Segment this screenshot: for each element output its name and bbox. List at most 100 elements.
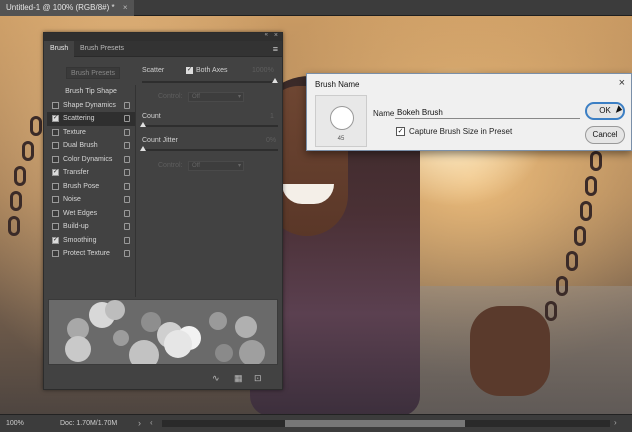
option-label: Shape Dynamics: [63, 101, 116, 109]
option-scattering[interactable]: ✓ Scattering: [47, 112, 135, 126]
scatter-label: Scatter: [142, 67, 165, 74]
horizontal-scroll-thumb[interactable]: [285, 420, 465, 427]
option-shape-dynamics[interactable]: Shape Dynamics: [47, 99, 135, 113]
tab-brush[interactable]: Brush: [44, 41, 75, 57]
scatter-value[interactable]: 1000%: [252, 67, 274, 74]
brush-presets-button[interactable]: Brush Presets: [66, 67, 120, 79]
panel-menu-icon[interactable]: ≡: [273, 44, 278, 54]
lock-icon[interactable]: [124, 128, 130, 136]
count-value[interactable]: 1: [270, 113, 274, 120]
lock-icon[interactable]: [124, 223, 130, 230]
swing-chain-link: [580, 201, 592, 221]
toggle-live-tip-icon[interactable]: ∿: [212, 373, 220, 384]
brush-name-input[interactable]: [395, 107, 580, 119]
lock-icon[interactable]: [124, 115, 130, 122]
both-axes-checkbox[interactable]: ✓: [186, 67, 193, 74]
scatter-slider-thumb[interactable]: [272, 78, 278, 83]
brush-panel: « × Brush Brush Presets ≡ Brush Presets …: [43, 32, 283, 390]
option-checkbox[interactable]: [52, 101, 59, 109]
scroll-left-icon[interactable]: ‹: [150, 418, 153, 427]
tab-brush-presets[interactable]: Brush Presets: [74, 41, 130, 57]
option-checkbox[interactable]: [52, 142, 59, 149]
option-label: Smoothing: [63, 236, 97, 244]
option-dual-brush[interactable]: Dual Brush: [47, 139, 135, 153]
option-checkbox[interactable]: ✓: [52, 115, 59, 122]
scatter-slider[interactable]: [142, 81, 278, 83]
count-slider[interactable]: [142, 125, 278, 127]
bokeh-dot: [215, 344, 233, 362]
bokeh-dot: [235, 316, 257, 338]
option-label: Transfer: [63, 169, 89, 176]
control2-select[interactable]: Off ▾: [188, 161, 244, 171]
count-jitter-value[interactable]: 0%: [266, 137, 276, 144]
control-select-value: Off: [192, 94, 200, 100]
swing-chain-link: [590, 151, 602, 171]
control-label: Control:: [158, 93, 183, 100]
option-checkbox[interactable]: [52, 128, 59, 136]
capture-size-checkbox[interactable]: ✓: [396, 127, 405, 136]
lock-icon[interactable]: [124, 101, 130, 109]
option-texture[interactable]: Texture: [47, 126, 135, 140]
option-label: Noise: [63, 196, 81, 203]
option-brush-tip-shape[interactable]: Brush Tip Shape: [47, 85, 135, 99]
lock-icon[interactable]: [124, 250, 130, 257]
option-wet-edges[interactable]: Wet Edges: [47, 207, 135, 221]
option-transfer[interactable]: ✓ Transfer: [47, 166, 135, 180]
option-brush-pose[interactable]: Brush Pose: [47, 180, 135, 194]
lock-icon[interactable]: [124, 236, 130, 244]
option-checkbox[interactable]: [52, 182, 59, 190]
document-tab-title: Untitled-1 @ 100% (RGB/8#) *: [6, 3, 115, 12]
option-checkbox[interactable]: [52, 223, 59, 230]
option-checkbox[interactable]: [52, 155, 59, 163]
swing-chain-link: [574, 226, 586, 246]
lock-icon[interactable]: [124, 209, 130, 217]
lock-icon[interactable]: [124, 155, 130, 163]
zoom-level[interactable]: 100%: [6, 420, 24, 427]
scroll-right-icon[interactable]: ›: [614, 418, 617, 427]
capture-size-label: Capture Brush Size in Preset: [409, 127, 513, 136]
option-protect-texture[interactable]: Protect Texture: [47, 247, 135, 261]
option-checkbox[interactable]: ✓: [52, 236, 59, 244]
document-tab[interactable]: Untitled-1 @ 100% (RGB/8#) * ×: [0, 0, 134, 16]
count-slider-thumb[interactable]: [140, 122, 146, 127]
option-checkbox[interactable]: [52, 209, 59, 217]
panel-title-strip[interactable]: « ×: [44, 32, 282, 41]
option-build-up[interactable]: Build-up: [47, 220, 135, 234]
option-label: Wet Edges: [63, 209, 98, 217]
new-brush-icon[interactable]: ⊡: [254, 373, 262, 384]
brush-stroke-preview: [48, 299, 278, 365]
option-checkbox[interactable]: ✓: [52, 169, 59, 176]
option-checkbox[interactable]: [52, 250, 59, 257]
grid-view-icon[interactable]: ▦: [234, 373, 243, 384]
both-axes-label: Both Axes: [196, 67, 228, 74]
swing-chain-link: [10, 191, 22, 211]
bokeh-dot: [239, 340, 265, 364]
control-select[interactable]: Off ▾: [188, 92, 244, 102]
count-jitter-slider[interactable]: [142, 149, 278, 151]
collapse-panel-icon[interactable]: «: [265, 32, 268, 38]
bokeh-dot: [164, 330, 192, 358]
dialog-title: Brush Name: [315, 80, 360, 89]
lock-icon[interactable]: [124, 196, 130, 203]
chevron-down-icon: ▾: [237, 163, 241, 169]
status-menu-arrow-icon[interactable]: ›: [138, 418, 141, 428]
lock-icon[interactable]: [124, 182, 130, 190]
close-icon[interactable]: ×: [619, 77, 625, 89]
list-divider: [135, 85, 136, 297]
option-label: Brush Pose: [63, 182, 100, 190]
count-jitter-slider-thumb[interactable]: [140, 146, 146, 151]
lock-icon[interactable]: [124, 169, 130, 176]
cancel-button[interactable]: Cancel: [585, 126, 625, 144]
option-color-dynamics[interactable]: Color Dynamics: [47, 153, 135, 167]
option-noise[interactable]: Noise: [47, 193, 135, 207]
brush-options-list: Brush Tip Shape Shape Dynamics ✓ Scatter…: [47, 85, 135, 261]
close-icon[interactable]: ×: [123, 3, 128, 12]
close-panel-icon[interactable]: ×: [274, 32, 278, 39]
bokeh-dot: [113, 330, 129, 346]
option-checkbox[interactable]: [52, 196, 59, 203]
doc-size-info: Doc: 1.70M/1.70M: [60, 420, 118, 427]
lock-icon[interactable]: [124, 142, 130, 149]
option-label: Protect Texture: [63, 250, 110, 257]
option-label: Brush Tip Shape: [65, 88, 117, 95]
option-smoothing[interactable]: ✓ Smoothing: [47, 234, 135, 248]
